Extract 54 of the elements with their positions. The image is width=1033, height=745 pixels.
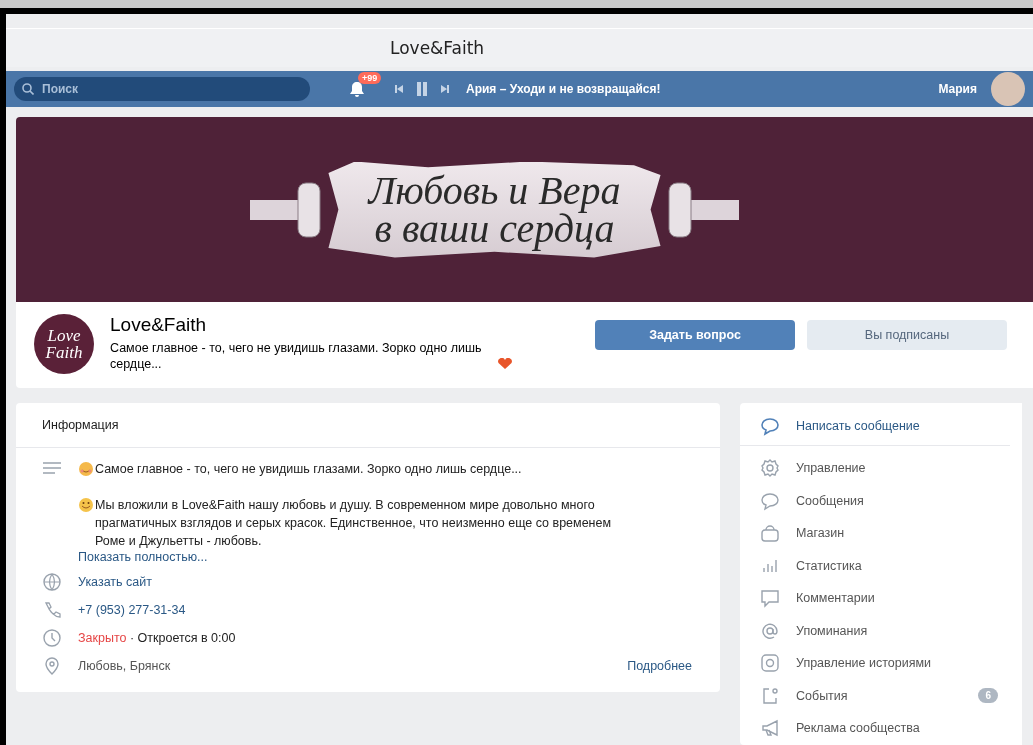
window-title: Love&Faith bbox=[390, 38, 485, 58]
address-text: Любовь, Брянск bbox=[78, 659, 171, 673]
add-website-link[interactable]: Указать сайт bbox=[78, 575, 152, 589]
ask-question-button[interactable]: Задать вопрос bbox=[595, 320, 795, 350]
description-paragraph: Самое главное - то, чего не увидишь глазами. Зорко одно лишь сердце... bbox=[95, 461, 522, 478]
story-camera-icon bbox=[760, 653, 780, 674]
track-title[interactable]: Ария – Уходи и не возвращайся! bbox=[466, 82, 939, 96]
avatar[interactable] bbox=[991, 72, 1025, 106]
subscribed-dropdown[interactable]: Вы подписаны bbox=[807, 320, 1007, 350]
search-field[interactable]: Поиск bbox=[40, 81, 274, 97]
show-more-link[interactable]: Показать полностью... bbox=[78, 550, 208, 564]
smiley-icon bbox=[78, 497, 94, 513]
group-logo: Love Faith bbox=[34, 314, 94, 374]
gear-icon bbox=[760, 458, 780, 479]
heart-icon bbox=[497, 358, 513, 370]
closed-status: Закрыто bbox=[78, 631, 127, 645]
menu-item[interactable]: Управление историями bbox=[740, 647, 1022, 680]
group-name: Love&Faith bbox=[110, 314, 208, 336]
user-name[interactable]: Мария bbox=[938, 82, 977, 96]
notification-badge: +99 bbox=[358, 72, 382, 84]
search-icon bbox=[22, 83, 34, 95]
group-status: Самое главное - то, чего не увидишь глазами. Зорко одно лишь сердце... bbox=[110, 340, 483, 372]
phone-icon bbox=[42, 600, 62, 620]
text-lines-icon bbox=[42, 460, 62, 476]
opening-time: · Откроется в 0:00 bbox=[129, 631, 236, 645]
comment-icon bbox=[760, 588, 780, 609]
bag-icon bbox=[760, 523, 780, 544]
smiley-icon bbox=[78, 461, 94, 477]
pause-icon[interactable] bbox=[416, 81, 428, 97]
next-icon[interactable] bbox=[440, 84, 450, 94]
details-link[interactable]: Подробнее bbox=[627, 659, 692, 673]
search-bar[interactable]: Поиск bbox=[14, 77, 310, 101]
description-paragraph: Мы вложили в Love&Faith нашу любовь и душу. В современном мире довольно много прагматичных взглядов и серых красок. Единственное, что неизменно еще со временем Роме и Джульетты - любовь. bbox=[95, 497, 613, 550]
card-title: Информация bbox=[42, 418, 119, 432]
event-icon bbox=[760, 685, 780, 706]
write-message-link[interactable]: Написать сообщение bbox=[740, 407, 1010, 446]
menu-item[interactable]: События 6 bbox=[740, 679, 1022, 712]
message-bubble-icon bbox=[760, 416, 780, 436]
phone-number[interactable]: +7 (953) 277-31-34 bbox=[78, 603, 186, 617]
menu-item[interactable]: Сообщения bbox=[740, 484, 1022, 517]
bell-icon[interactable] bbox=[348, 80, 366, 98]
menu-item[interactable]: Управление bbox=[740, 452, 1022, 485]
location-pin-icon bbox=[42, 656, 62, 676]
menu-item[interactable]: Упоминания bbox=[740, 614, 1022, 647]
menu-item[interactable]: Магазин bbox=[740, 517, 1022, 550]
menu-item[interactable]: Статистика bbox=[740, 549, 1022, 582]
message-bubble-icon bbox=[760, 490, 780, 511]
menu-item[interactable]: Реклама сообщества bbox=[740, 712, 1022, 745]
count-badge: 6 bbox=[978, 688, 998, 704]
globe-icon bbox=[42, 572, 62, 592]
megaphone-icon bbox=[760, 718, 780, 739]
clock-icon bbox=[42, 628, 62, 648]
menu-item[interactable]: Комментарии bbox=[740, 582, 1022, 615]
previous-icon[interactable] bbox=[394, 84, 404, 94]
